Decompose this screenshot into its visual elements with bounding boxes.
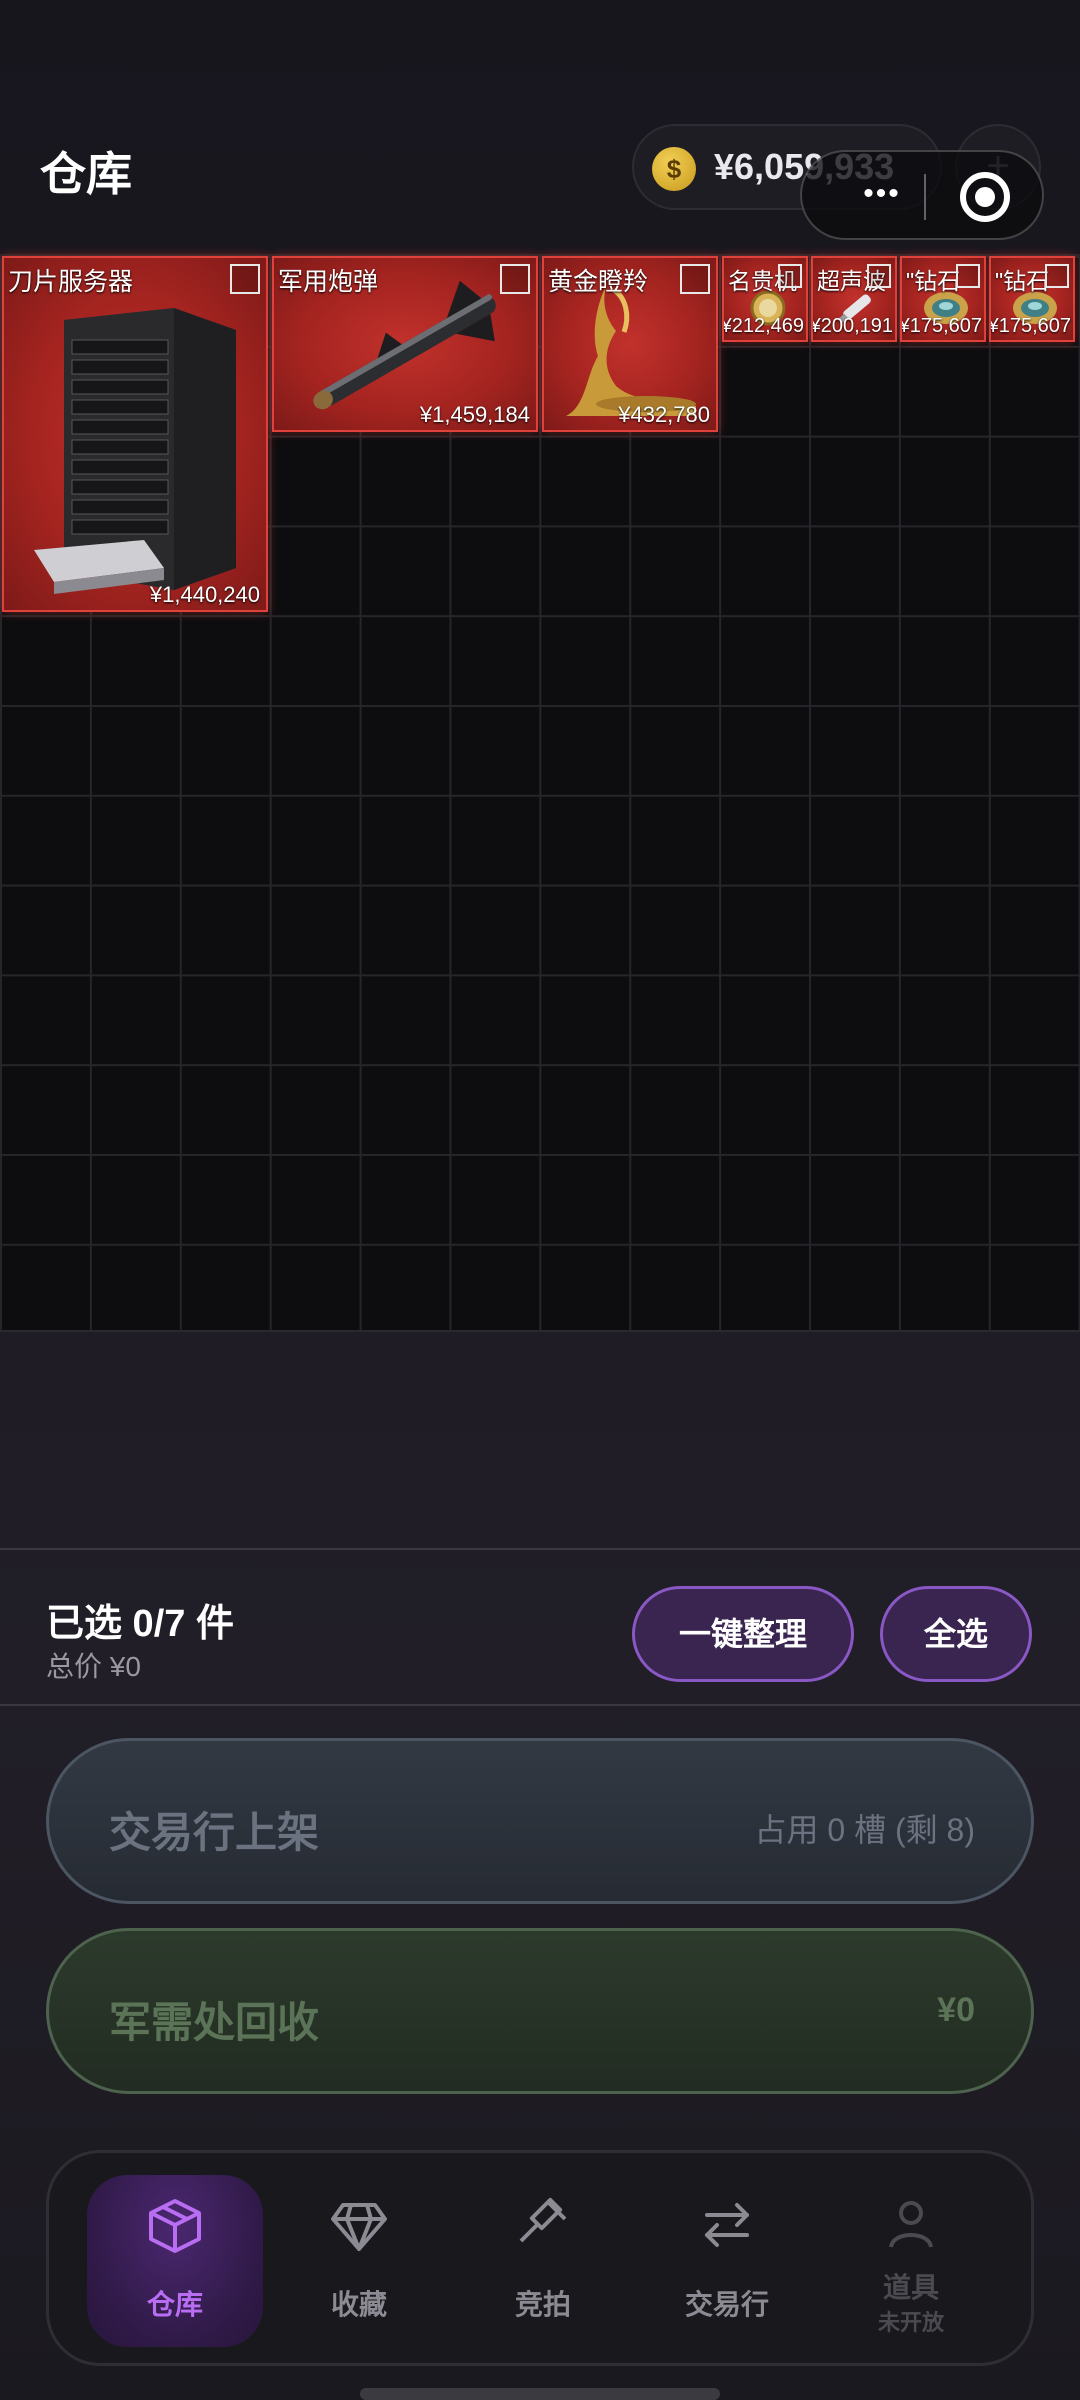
inventory-item[interactable]: 超声波 ¥200,191	[811, 256, 897, 342]
user-icon	[889, 2201, 933, 2248]
server-rack-icon	[34, 308, 236, 594]
swap-icon	[705, 2203, 749, 2247]
item-name: "钻石	[995, 268, 1050, 294]
item-price: ¥175,607	[900, 315, 982, 337]
nav-sublabel: 未开放	[877, 2310, 944, 2335]
nav-label: 收藏	[330, 2289, 387, 2320]
inventory-grid: 刀片服务器 ¥1,440,240 军用炮弹 ¥1,459,184 黄金瞪羚 ¥4…	[0, 254, 1080, 1332]
recycle-value: ¥0	[937, 1991, 975, 2029]
nav-label: 道具	[882, 2272, 939, 2303]
item-price: ¥1,459,184	[419, 402, 530, 427]
bottom-nav: 仓库 收藏 竞拍 交易行 道具 未开放	[46, 2150, 1034, 2366]
auto-organize-button[interactable]: 一键整理	[632, 1586, 854, 1682]
nav-label: 交易行	[684, 2289, 769, 2320]
nav-label: 竞拍	[514, 2289, 571, 2320]
item-name: 黄金瞪羚	[548, 268, 649, 296]
miniapp-capsule: •••	[800, 150, 1044, 240]
item-checkbox[interactable]	[867, 264, 891, 288]
item-checkbox[interactable]	[778, 264, 802, 288]
nav-item-auction[interactable]: 竞拍	[455, 2175, 631, 2347]
item-checkbox[interactable]	[1045, 264, 1069, 288]
inventory-item[interactable]: "钻石 ¥175,607	[989, 256, 1075, 342]
gavel-icon	[519, 2197, 567, 2243]
list-on-market-label: 交易行上架	[109, 1809, 320, 1856]
market-slots-info: 占用 0 槽 (剩 8)	[754, 1812, 975, 1848]
inventory-item[interactable]: 名贵机 ¥212,469	[722, 256, 808, 342]
item-price: ¥175,607	[989, 315, 1071, 337]
more-icon[interactable]: •••	[832, 174, 932, 218]
divider	[0, 1548, 1080, 1550]
nav-item-warehouse[interactable]: 仓库	[87, 2175, 263, 2347]
inventory-item[interactable]: 军用炮弹 ¥1,459,184	[272, 256, 538, 432]
home-indicator	[360, 2388, 720, 2400]
inventory-item[interactable]: 刀片服务器 ¥1,440,240	[2, 256, 268, 612]
list-on-market-button[interactable]: 交易行上架 占用 0 槽 (剩 8)	[46, 1738, 1034, 1904]
item-price: ¥212,469	[722, 315, 804, 337]
box-icon	[149, 2199, 201, 2253]
select-all-button[interactable]: 全选	[880, 1586, 1032, 1682]
nav-label: 仓库	[146, 2289, 203, 2320]
item-price: ¥432,780	[618, 402, 710, 427]
inventory-item[interactable]: "钻石 ¥175,607	[900, 256, 986, 342]
page-title: 仓库	[40, 148, 132, 200]
item-checkbox[interactable]	[230, 264, 260, 294]
diamond-icon	[331, 2203, 387, 2251]
item-checkbox[interactable]	[500, 264, 530, 294]
capsule-divider	[924, 174, 926, 220]
recycle-label: 军需处回收	[109, 1999, 320, 2046]
item-name: "钻石	[906, 268, 961, 294]
item-checkbox[interactable]	[680, 264, 710, 294]
divider	[0, 1704, 1080, 1706]
nav-item-market[interactable]: 交易行	[639, 2175, 815, 2347]
coin-icon: $	[652, 147, 696, 191]
close-target-icon[interactable]	[960, 172, 1010, 222]
item-checkbox[interactable]	[956, 264, 980, 288]
nav-item-favorites[interactable]: 收藏	[271, 2175, 447, 2347]
header: 仓库 $ ¥6,059,933 + •••	[0, 0, 1080, 250]
nav-item-props: 道具 未开放	[823, 2175, 999, 2347]
item-price: ¥200,191	[811, 315, 893, 337]
selected-total: 总价 ¥0	[46, 1651, 141, 1682]
recycle-button[interactable]: 军需处回收 ¥0	[46, 1928, 1034, 2094]
selected-count: 已选 0/7 件	[46, 1603, 234, 1645]
item-name: 刀片服务器	[8, 268, 134, 296]
item-price: ¥1,440,240	[149, 582, 260, 607]
item-name: 军用炮弹	[278, 268, 379, 296]
inventory-item[interactable]: 黄金瞪羚 ¥432,780	[542, 256, 718, 432]
